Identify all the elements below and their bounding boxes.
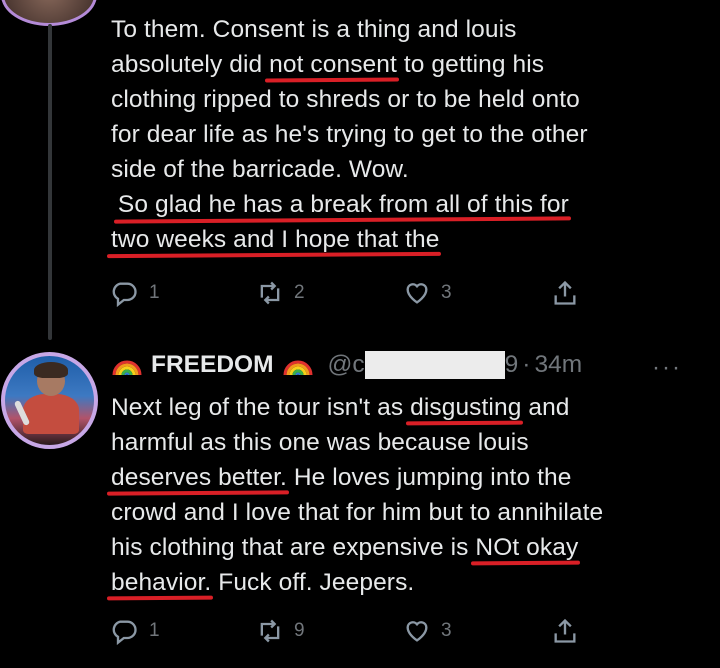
reply-button[interactable]: 1 xyxy=(111,617,160,645)
tweet-actions-1: 1 2 3 xyxy=(111,279,591,309)
text-line: clothing ripped to shreds or to be held … xyxy=(111,86,580,113)
share-icon xyxy=(554,618,576,643)
text-line: crowd and I love that for him but to ann… xyxy=(111,499,604,526)
previous-avatar[interactable] xyxy=(1,0,97,26)
share-button[interactable] xyxy=(551,617,579,645)
heart-icon xyxy=(406,621,428,642)
text-line: side of the barricade. Wow. xyxy=(111,156,409,183)
reply-icon xyxy=(112,620,137,645)
text-line: two weeks and I hope that the xyxy=(111,226,440,253)
retweet-icon xyxy=(260,619,280,643)
separator-dot: · xyxy=(522,351,531,378)
reply-button[interactable]: 1 xyxy=(111,279,160,307)
more-options-icon[interactable]: ··· xyxy=(652,354,682,382)
display-name[interactable]: FREEDOM xyxy=(151,351,274,379)
retweet-count: 9 xyxy=(294,620,305,641)
like-count: 3 xyxy=(441,282,452,303)
text-line: behavior. Fuck off. Jeepers. xyxy=(111,569,415,596)
text-line: his clothing that are expensive is NOt o… xyxy=(111,534,579,561)
share-button[interactable] xyxy=(551,279,579,307)
text-line: deserves better. He loves jumping into t… xyxy=(111,464,572,491)
redaction-box xyxy=(364,351,505,379)
retweet-button[interactable]: 9 xyxy=(256,617,305,645)
heart-icon xyxy=(406,283,428,304)
text-line: To them. Consent is a thing and louis xyxy=(111,16,517,43)
retweet-icon xyxy=(260,281,280,305)
retweet-count: 2 xyxy=(294,282,305,303)
thread-line xyxy=(48,24,52,340)
reply-count: 1 xyxy=(149,282,160,303)
like-button[interactable]: 3 xyxy=(403,279,452,307)
tweet-actions-2: 1 9 3 xyxy=(111,617,591,647)
timestamp[interactable]: 34m xyxy=(534,351,582,379)
like-button[interactable]: 3 xyxy=(403,617,452,645)
avatar[interactable] xyxy=(1,352,98,449)
like-count: 3 xyxy=(441,620,452,641)
text-line: absolutely did not consent to getting hi… xyxy=(111,51,545,78)
share-icon xyxy=(554,280,576,305)
retweet-button[interactable]: 2 xyxy=(256,279,305,307)
reply-count: 1 xyxy=(149,620,160,641)
text-line: So glad he has a break from all of this … xyxy=(117,191,569,218)
tweet-text-1: To them. Consent is a thing and louis ab… xyxy=(111,12,588,257)
rainbow-icon xyxy=(112,360,142,376)
tweet-header-2: FREEDOM @c 9 · 34m xyxy=(111,348,711,382)
text-line: for dear life as he's trying to get to t… xyxy=(111,121,588,148)
tweet-text-2: Next leg of the tour isn't as disgusting… xyxy=(111,390,603,600)
handle-end: 9 xyxy=(504,351,519,378)
text-line: Next leg of the tour isn't as disgusting… xyxy=(111,394,570,421)
rainbow-icon xyxy=(283,360,312,376)
reply-icon xyxy=(112,282,137,307)
text-line: harmful as this one was because louis xyxy=(111,429,529,456)
handle[interactable]: @c xyxy=(328,351,365,379)
